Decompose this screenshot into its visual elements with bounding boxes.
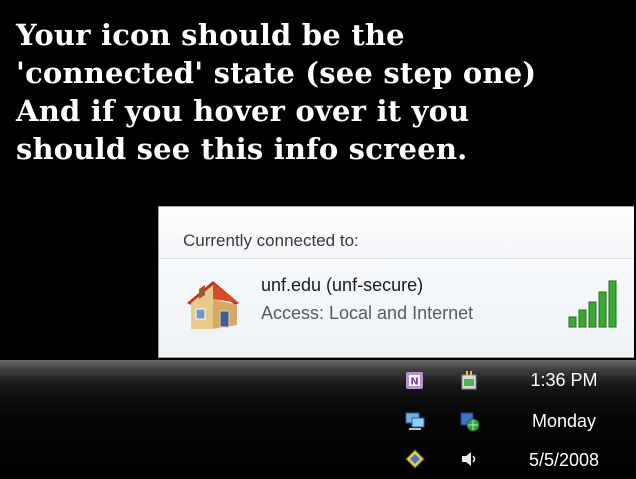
taskbar-notification-area: N 1:36 PM Monday 5/5/2008 [0, 360, 636, 479]
instruction-line-1: Your icon should be the [16, 18, 405, 52]
home-network-icon [187, 281, 239, 329]
clock-time[interactable]: 1:36 PM [514, 370, 614, 391]
onenote-icon[interactable]: N [404, 369, 426, 391]
popup-title: Currently connected to: [183, 231, 359, 250]
volume-icon[interactable] [458, 448, 480, 470]
instruction-text: Your icon should be the 'connected' stat… [16, 16, 628, 168]
network-access: Access: Local and Internet [261, 303, 474, 323]
network-info-popup: Currently connected to: unf.edu (unf-sec… [158, 206, 634, 358]
network-globe-icon[interactable] [458, 410, 480, 432]
power-icon[interactable] [458, 369, 480, 391]
instruction-line-2: 'connected' state (see step one) [16, 56, 537, 90]
svg-text:N: N [410, 377, 418, 388]
signal-strength-icon [568, 280, 617, 328]
instruction-line-4: should see this info screen. [16, 132, 468, 166]
network-connected-icon[interactable] [404, 410, 426, 432]
clock-date[interactable]: 5/5/2008 [514, 450, 614, 471]
network-name: unf.edu (unf-secure) [261, 275, 424, 295]
clock-day[interactable]: Monday [514, 411, 614, 432]
instruction-line-3: And if you hover over it you [16, 94, 470, 128]
shield-icon[interactable] [404, 448, 426, 470]
